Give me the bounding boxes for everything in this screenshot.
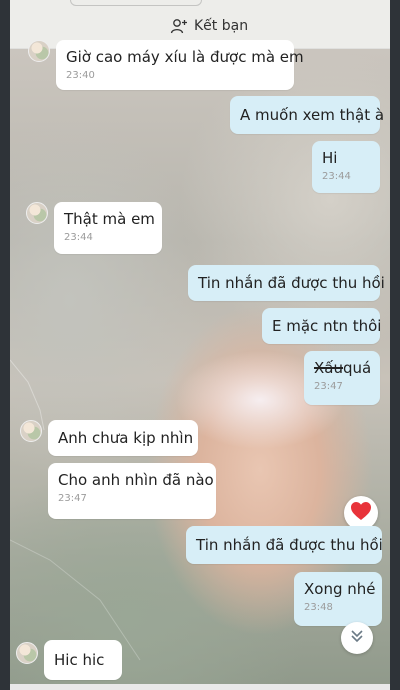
message-bubble[interactable]: Thật mà em 23:44 <box>54 202 162 254</box>
reaction-heart-button[interactable] <box>344 496 378 530</box>
message-text: Anh chưa kịp nhìn <box>58 429 194 447</box>
message-time: 23:40 <box>66 70 95 81</box>
message-text: Thật mà em <box>64 210 155 228</box>
title-outline <box>70 0 202 6</box>
message-bubble[interactable]: Giờ cao máy xíu là được mà em 23:40 <box>56 40 304 90</box>
avatar <box>16 642 38 664</box>
message-time: 23:48 <box>304 602 333 613</box>
message-text-rest: quá <box>342 359 372 377</box>
chat-screen: Kết bạn Giờ cao máy xíu là được mà em 23… <box>10 0 390 690</box>
add-friend-button[interactable]: Kết bạn <box>170 16 248 36</box>
avatar <box>20 420 42 442</box>
message-time: 23:44 <box>64 232 93 243</box>
message-bubble[interactable]: A muốn xem thật à <box>230 96 385 134</box>
double-chevron-down-icon <box>349 628 365 648</box>
avatar <box>26 202 48 224</box>
message-text: A muốn xem thật à <box>240 106 385 124</box>
message-bubble[interactable]: Anh chưa kịp nhìn <box>48 420 198 456</box>
scroll-to-bottom-button[interactable] <box>341 622 373 654</box>
message-time: 23:44 <box>322 171 351 182</box>
message-bubble[interactable]: Cho anh nhìn đã nào 23:47 <box>48 463 216 519</box>
message-text: E mặc ntn thôi <box>272 317 382 335</box>
message-bubble[interactable]: E mặc ntn thôi <box>262 308 382 344</box>
message-time: 23:47 <box>58 493 87 504</box>
add-person-icon <box>170 18 188 34</box>
message-bubble[interactable]: Hic hic <box>44 640 122 680</box>
message-text: Xong nhé <box>304 580 376 598</box>
avatar <box>28 40 50 62</box>
message-bubble[interactable]: Hi 23:44 <box>312 141 380 193</box>
struck-word: Xấu <box>314 359 343 377</box>
message-text: Tin nhắn đã được thu hồi <box>198 274 385 292</box>
message-bubble[interactable]: Tin nhắn đã được thu hồi <box>188 265 385 301</box>
message-text: Tin nhắn đã được thu hồi <box>196 536 383 554</box>
message-text: Xấuquá <box>314 358 372 378</box>
message-time: 23:47 <box>314 381 343 392</box>
message-text: Giờ cao máy xíu là được mà em <box>66 48 304 66</box>
message-text: Cho anh nhìn đã nào <box>58 471 214 489</box>
add-friend-label: Kết bạn <box>194 18 249 34</box>
message-bubble[interactable]: Xong nhé 23:48 <box>294 572 382 626</box>
bottom-edge <box>10 684 390 690</box>
message-bubble[interactable]: Xấuquá 23:47 <box>304 351 380 405</box>
message-bubble[interactable]: Tin nhắn đã được thu hồi <box>186 526 383 564</box>
message-text: Hic hic <box>54 651 105 669</box>
heart-icon <box>350 501 372 525</box>
message-text: Hi <box>322 149 338 167</box>
